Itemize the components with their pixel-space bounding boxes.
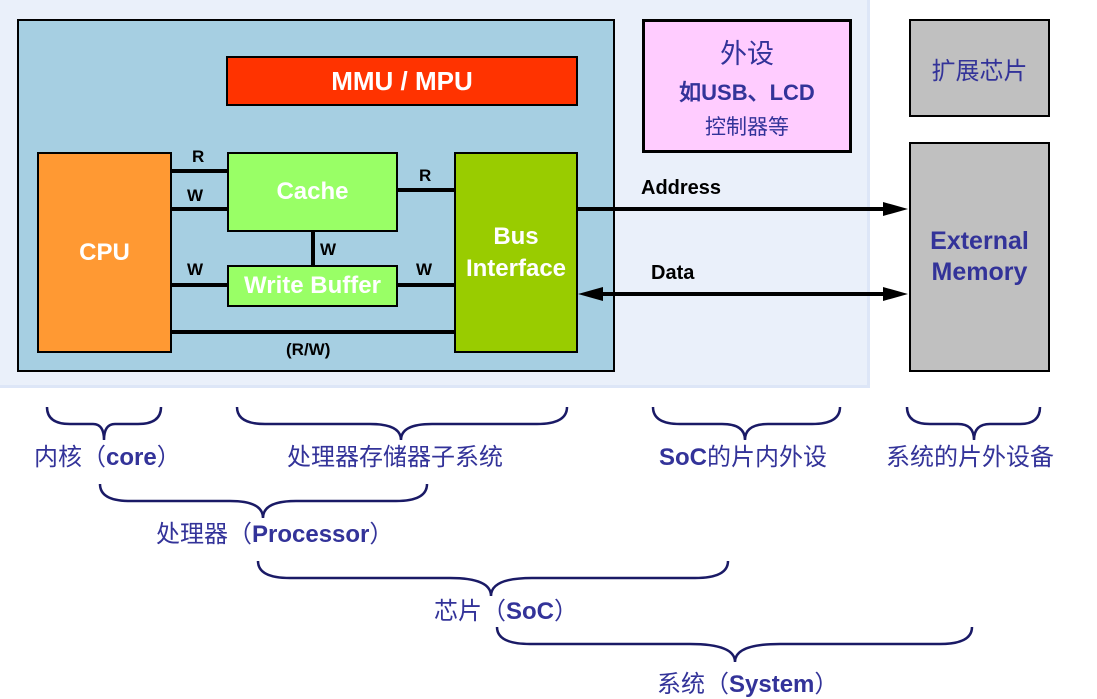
caption-core: 内核（core） xyxy=(34,437,181,472)
caption-chip-suffix: ） xyxy=(554,597,578,625)
caption-processor: 处理器（Processor） xyxy=(156,514,393,549)
brace-offchip xyxy=(905,406,1042,441)
caption-chip-en: SoC xyxy=(506,598,554,625)
caption-system-suffix: ） xyxy=(814,670,839,698)
brace-core xyxy=(45,406,163,441)
caption-processor-prefix: 处理器（ xyxy=(156,520,252,548)
caption-core-prefix: 内核（ xyxy=(34,443,106,471)
caption-processor-suffix: ） xyxy=(369,520,394,548)
caption-chip: 芯片（SoC） xyxy=(434,591,578,626)
caption-core-suffix: ） xyxy=(156,443,181,471)
caption-system-en: System xyxy=(729,671,815,698)
caption-soc-periph-cn: 的片内外设 xyxy=(707,443,827,471)
address-bus-arrow xyxy=(578,202,908,216)
brace-system xyxy=(495,626,974,663)
caption-system-prefix: 系统（ xyxy=(657,670,729,698)
brace-soc-periph xyxy=(651,406,842,441)
data-bus-arrow xyxy=(578,287,908,301)
brace-mem-subsystem xyxy=(235,406,569,441)
caption-soc-periph-en: SoC xyxy=(659,444,707,471)
caption-processor-en: Processor xyxy=(252,521,370,548)
caption-offchip: 系统的片外设备 xyxy=(886,443,1054,471)
caption-soc-periph: SoC的片内外设 xyxy=(659,437,827,472)
caption-chip-prefix: 芯片（ xyxy=(434,597,506,625)
brace-processor xyxy=(98,483,429,519)
caption-system: 系统（System） xyxy=(657,664,838,699)
caption-mem-subsystem: 处理器存储器子系统 xyxy=(287,443,503,471)
caption-core-en: core xyxy=(106,444,157,471)
